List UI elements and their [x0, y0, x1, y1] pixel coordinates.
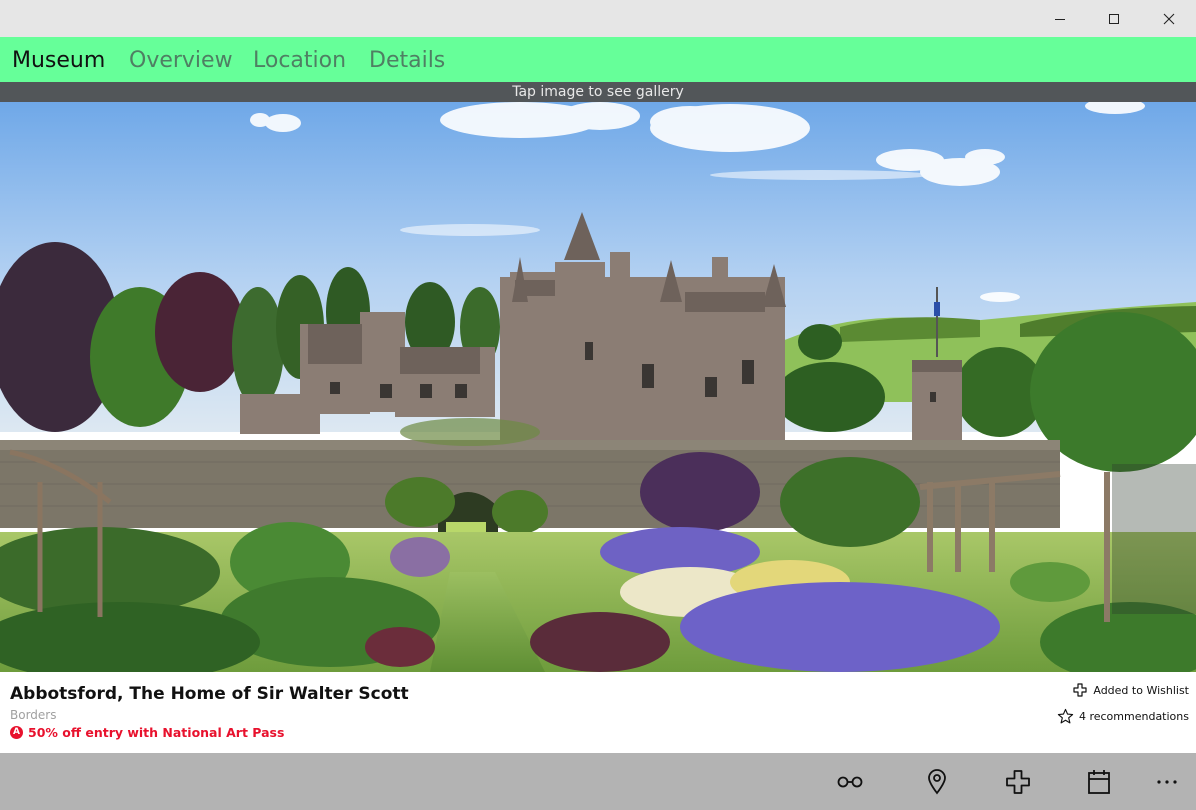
castle-garden-photo: [0, 102, 1196, 672]
recommendations[interactable]: 4 recommendations: [1057, 708, 1189, 725]
art-pass-badge-icon: A: [10, 726, 23, 739]
close-button[interactable]: [1146, 0, 1192, 37]
plus-icon: [1073, 683, 1087, 697]
glasses-icon: [837, 776, 863, 787]
tab-overview[interactable]: Overview: [129, 37, 233, 82]
maximize-button[interactable]: [1091, 0, 1137, 37]
window-title-bar: [0, 0, 1196, 37]
art-pass-offer[interactable]: A 50% off entry with National Art Pass: [10, 725, 284, 740]
wishlist-status[interactable]: Added to Wishlist: [1073, 683, 1189, 697]
tab-museum[interactable]: Museum: [12, 37, 105, 82]
add-to-wishlist-button[interactable]: [993, 753, 1043, 810]
map-pin-icon: [928, 768, 946, 794]
museum-hero-image[interactable]: [0, 102, 1196, 672]
art-pass-offer-text: 50% off entry with National Art Pass: [28, 725, 285, 740]
museum-title: Abbotsford, The Home of Sir Walter Scott: [10, 684, 409, 704]
close-icon: [1163, 13, 1175, 24]
wishlist-label: Added to Wishlist: [1093, 683, 1189, 697]
star-icon: [1057, 708, 1074, 724]
minimize-button[interactable]: [1037, 0, 1083, 37]
museum-region: Borders: [10, 708, 57, 722]
tab-location[interactable]: Location: [253, 37, 346, 82]
more-button[interactable]: [1142, 753, 1192, 810]
bottom-app-bar: [0, 753, 1196, 810]
recommendations-label: 4 recommendations: [1078, 710, 1189, 723]
calendar-icon: [1088, 769, 1110, 794]
calendar-button[interactable]: [1074, 753, 1124, 810]
gallery-hint[interactable]: Tap image to see gallery: [0, 82, 1196, 102]
more-icon: [1157, 779, 1177, 784]
map-button[interactable]: [912, 753, 962, 810]
museum-info-panel: Abbotsford, The Home of Sir Walter Scott…: [0, 672, 1196, 753]
visit-button[interactable]: [825, 753, 875, 810]
minimize-icon: [1055, 18, 1065, 20]
pivot-navigation: Museum Overview Location Details: [0, 37, 1196, 82]
maximize-icon: [1109, 13, 1119, 24]
add-cross-icon: [1006, 769, 1030, 794]
tab-details[interactable]: Details: [369, 37, 445, 82]
